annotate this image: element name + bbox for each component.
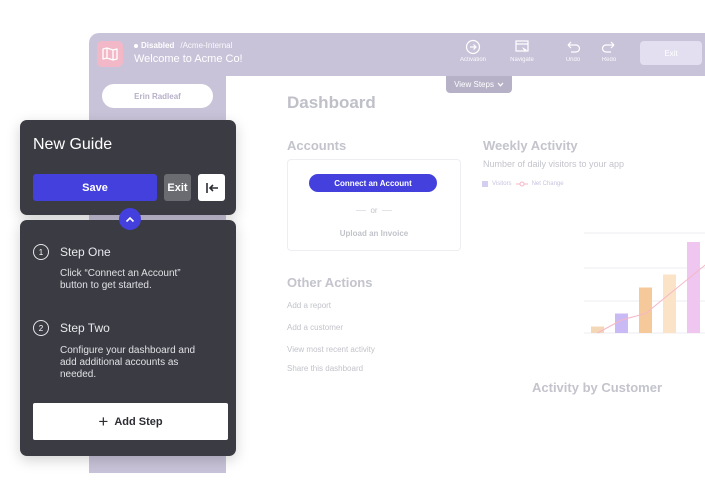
or-divider: or <box>352 206 396 215</box>
guide-header-panel: New Guide Save Exit <box>20 120 236 215</box>
undo-icon <box>567 41 581 53</box>
legend-visitors-label: Visitors <box>492 181 512 187</box>
plus-icon: + <box>98 412 109 431</box>
welcome-text: Welcome to Acme Co! <box>134 53 243 65</box>
upload-invoice-link[interactable]: Upload an Invoice <box>288 229 460 238</box>
chart-bar <box>591 326 604 333</box>
redo-label: Redo <box>601 57 617 63</box>
legend-net-change-label: Net Change <box>531 181 564 187</box>
view-steps-label: View Steps <box>454 80 494 89</box>
guide-steps-panel: 1 Step One Click “Connect an Account” bu… <box>20 220 236 456</box>
accounts-title: Accounts <box>287 138 347 153</box>
step-number-1: 1 <box>33 244 49 260</box>
chart-bar <box>663 274 676 333</box>
add-step-label: Add Step <box>114 415 163 428</box>
exit-button[interactable]: Exit <box>164 174 191 201</box>
action-add-report[interactable]: Add a report <box>287 301 331 310</box>
weekly-activity-subtitle: Number of daily visitors to your app <box>483 159 625 169</box>
exit-top-button[interactable]: Exit <box>640 41 702 65</box>
activation-button[interactable]: Activation <box>452 39 494 63</box>
save-button[interactable]: Save <box>33 174 157 201</box>
activation-label: Activation <box>459 57 486 63</box>
redo-icon <box>601 41 615 53</box>
add-step-button[interactable]: + Add Step <box>33 403 228 440</box>
collapse-button[interactable] <box>119 208 141 230</box>
status-line: Disabled/Acme-Internal <box>134 41 232 50</box>
connect-account-button[interactable]: Connect an Account <box>309 174 437 192</box>
weekly-activity-title: Weekly Activity <box>483 138 578 153</box>
legend-visitors-swatch <box>482 181 488 187</box>
chevron-up-icon <box>125 216 135 222</box>
map-icon[interactable] <box>97 41 123 67</box>
page-title: Dashboard <box>287 93 376 112</box>
navigate-icon <box>515 40 529 54</box>
chart-bar <box>615 313 628 333</box>
action-add-customer[interactable]: Add a customer <box>287 323 343 332</box>
action-view-activity[interactable]: View most recent activity <box>287 345 375 354</box>
status-text: Disabled <box>141 41 175 50</box>
action-share-dashboard[interactable]: Share this dashboard <box>287 364 363 373</box>
dock-left-icon <box>205 182 218 193</box>
navigate-label: Navigate <box>510 57 534 63</box>
dock-left-button[interactable] <box>198 174 225 201</box>
app-path: /Acme-Internal <box>180 41 233 50</box>
redo-button[interactable]: Redo <box>588 39 630 63</box>
or-label: or <box>370 206 378 215</box>
step-description-1: Click “Connect an Account” button to get… <box>60 268 181 291</box>
chart-bar <box>687 242 700 333</box>
step-description-2: Configure your dashboard and add additio… <box>60 345 196 380</box>
activity-by-customer-title: Activity by Customer <box>532 380 663 395</box>
app-topbar: Disabled/Acme-Internal Welcome to Acme C… <box>89 33 705 76</box>
step-title-2[interactable]: Step Two <box>60 321 110 335</box>
user-name-pill[interactable]: Erin Radleaf <box>102 84 213 108</box>
legend-net-change-swatch <box>515 181 528 187</box>
accounts-card: Connect an Account or Upload an Invoice <box>287 159 461 251</box>
activation-icon <box>465 39 481 55</box>
chevron-down-icon <box>497 82 504 87</box>
guide-title: New Guide <box>33 136 113 153</box>
view-steps-button[interactable]: View Steps <box>446 76 512 93</box>
weekly-activity-chart <box>584 219 705 334</box>
status-dot-icon <box>134 43 138 48</box>
navigate-button[interactable]: Navigate <box>501 39 543 63</box>
other-actions-title: Other Actions <box>287 275 373 290</box>
chart-legend: Visitors Net Change <box>482 181 564 187</box>
step-title-1[interactable]: Step One <box>60 245 111 259</box>
step-number-2: 2 <box>33 320 49 336</box>
